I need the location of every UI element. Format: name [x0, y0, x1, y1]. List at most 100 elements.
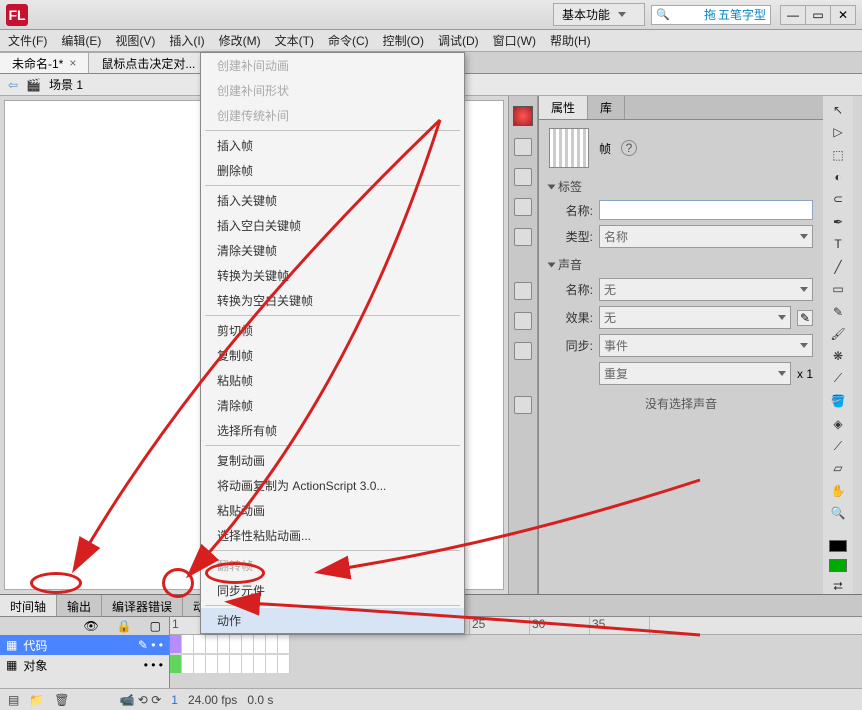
- menu-item[interactable]: 复制动画: [201, 448, 464, 473]
- disclosure-icon[interactable]: [548, 184, 556, 189]
- ruler-35: 35: [590, 617, 650, 634]
- menu-item[interactable]: 将动画复制为 ActionScript 3.0...: [201, 473, 464, 498]
- library-icon[interactable]: [514, 282, 532, 300]
- layer-obj[interactable]: ▦ 对象 • • •: [0, 655, 169, 675]
- menu-item[interactable]: 同步元件: [201, 578, 464, 603]
- maximize-button[interactable]: ▭: [805, 5, 831, 25]
- tab-properties[interactable]: 属性: [539, 96, 588, 119]
- rectangle-tool-icon[interactable]: ▭: [829, 281, 847, 296]
- line-tool-icon[interactable]: ╱: [829, 259, 847, 274]
- menu-edit[interactable]: 编辑(E): [61, 32, 101, 49]
- zoom-tool-icon[interactable]: 🔍: [829, 506, 847, 521]
- color-swatch-icon[interactable]: [513, 106, 533, 126]
- menu-text[interactable]: 文本(T): [275, 32, 314, 49]
- menu-item[interactable]: 粘贴动画: [201, 498, 464, 523]
- close-icon[interactable]: ×: [69, 56, 76, 70]
- effect-label: 效果:: [549, 309, 593, 326]
- close-button[interactable]: ✕: [830, 5, 856, 25]
- doc-tab-2[interactable]: 鼠标点击决定对...: [89, 52, 208, 73]
- menu-item[interactable]: 选择性粘贴动画...: [201, 523, 464, 548]
- motion-presets-icon[interactable]: [514, 342, 532, 360]
- transform-icon[interactable]: [514, 228, 532, 246]
- help-icon[interactable]: ?: [621, 140, 637, 156]
- swap-colors-icon[interactable]: ⮂: [829, 579, 847, 594]
- menu-modify[interactable]: 修改(M): [219, 32, 261, 49]
- new-layer-icon[interactable]: ▤: [8, 693, 19, 707]
- menu-item[interactable]: 清除关键帧: [201, 238, 464, 263]
- menu-item[interactable]: 剪切帧: [201, 318, 464, 343]
- ruler-30: 30: [530, 617, 590, 634]
- menubar: 文件(F) 编辑(E) 视图(V) 插入(I) 修改(M) 文本(T) 命令(C…: [0, 30, 862, 52]
- menu-item[interactable]: 插入空白关键帧: [201, 213, 464, 238]
- info-icon[interactable]: [514, 198, 532, 216]
- menu-item[interactable]: 选择所有帧: [201, 418, 464, 443]
- outline-icon[interactable]: ▢: [150, 619, 161, 633]
- components-icon[interactable]: [514, 312, 532, 330]
- menu-item[interactable]: 插入帧: [201, 133, 464, 158]
- menu-item[interactable]: 删除帧: [201, 158, 464, 183]
- 3d-rotation-tool-icon[interactable]: ◐: [829, 169, 847, 184]
- ink-bottle-tool-icon[interactable]: ◈: [829, 416, 847, 431]
- deco-tool-icon[interactable]: ❋: [829, 349, 847, 364]
- menu-item[interactable]: 清除帧: [201, 393, 464, 418]
- app-logo: FL: [6, 4, 28, 26]
- search-input[interactable]: 🔍 拖五笔字型: [651, 5, 771, 25]
- swatches-icon[interactable]: [514, 138, 532, 156]
- bone-tool-icon[interactable]: ⟋: [829, 371, 847, 386]
- menu-item[interactable]: 粘贴帧: [201, 368, 464, 393]
- menu-item[interactable]: 动作: [201, 608, 464, 633]
- eyedropper-tool-icon[interactable]: ⟋: [829, 438, 847, 453]
- layer-code[interactable]: ▦ 代码 ✎ • •: [0, 635, 169, 655]
- disclosure-icon[interactable]: [548, 262, 556, 267]
- type-dropdown[interactable]: 名称: [599, 225, 813, 248]
- pen-tool-icon[interactable]: ✒: [829, 214, 847, 229]
- fill-color-icon[interactable]: [829, 559, 847, 571]
- minimize-button[interactable]: —: [780, 5, 806, 25]
- menu-file[interactable]: 文件(F): [8, 32, 47, 49]
- eraser-tool-icon[interactable]: ▱: [829, 461, 847, 476]
- eye-icon[interactable]: 👁: [83, 619, 98, 633]
- menu-item[interactable]: 复制帧: [201, 343, 464, 368]
- project-icon[interactable]: [514, 396, 532, 414]
- track-obj[interactable]: [170, 655, 862, 675]
- back-icon[interactable]: ⇦: [8, 78, 18, 92]
- lasso-tool-icon[interactable]: ⊂: [829, 192, 847, 207]
- tab-timeline[interactable]: 时间轴: [0, 595, 57, 616]
- align-icon[interactable]: [514, 168, 532, 186]
- hand-tool-icon[interactable]: ✋: [829, 483, 847, 498]
- subselection-tool-icon[interactable]: ▷: [829, 124, 847, 139]
- menu-debug[interactable]: 调试(D): [438, 32, 479, 49]
- repeat-dropdown[interactable]: 重复: [599, 362, 791, 385]
- lock-icon[interactable]: 🔒: [117, 619, 132, 633]
- effect-dropdown[interactable]: 无: [599, 306, 791, 329]
- doc-tab-1-label: 未命名-1*: [12, 55, 63, 72]
- menu-window[interactable]: 窗口(W): [493, 32, 536, 49]
- sync-dropdown[interactable]: 事件: [599, 334, 813, 357]
- menu-help[interactable]: 帮助(H): [550, 32, 591, 49]
- selection-tool-icon[interactable]: ↖: [829, 102, 847, 117]
- new-folder-icon[interactable]: 📁: [29, 693, 44, 707]
- pencil-tool-icon[interactable]: ✎: [829, 304, 847, 319]
- menu-item[interactable]: 转换为空白关键帧: [201, 288, 464, 313]
- trash-icon[interactable]: 🗑: [54, 693, 69, 707]
- name-input[interactable]: [599, 200, 813, 220]
- menu-item[interactable]: 插入关键帧: [201, 188, 464, 213]
- tab-errors[interactable]: 编译器错误: [102, 595, 183, 616]
- menu-view[interactable]: 视图(V): [115, 32, 155, 49]
- doc-tab-1[interactable]: 未命名-1* ×: [0, 52, 89, 73]
- tab-library[interactable]: 库: [588, 96, 625, 119]
- text-tool-icon[interactable]: T: [829, 237, 847, 252]
- workspace-switcher[interactable]: 基本功能: [553, 3, 645, 26]
- brush-tool-icon[interactable]: 🖌: [829, 326, 847, 341]
- menu-command[interactable]: 命令(C): [328, 32, 369, 49]
- edit-effect-icon[interactable]: ✎: [797, 310, 813, 326]
- stroke-color-icon[interactable]: [829, 540, 847, 552]
- free-transform-tool-icon[interactable]: ⬚: [829, 147, 847, 162]
- sound-name-dropdown[interactable]: 无: [599, 278, 813, 301]
- menu-control[interactable]: 控制(O): [383, 32, 424, 49]
- tab-output[interactable]: 输出: [57, 595, 102, 616]
- menu-item[interactable]: 转换为关键帧: [201, 263, 464, 288]
- menu-insert[interactable]: 插入(I): [169, 32, 204, 49]
- track-code[interactable]: [170, 635, 862, 655]
- paint-bucket-tool-icon[interactable]: 🪣: [829, 393, 847, 408]
